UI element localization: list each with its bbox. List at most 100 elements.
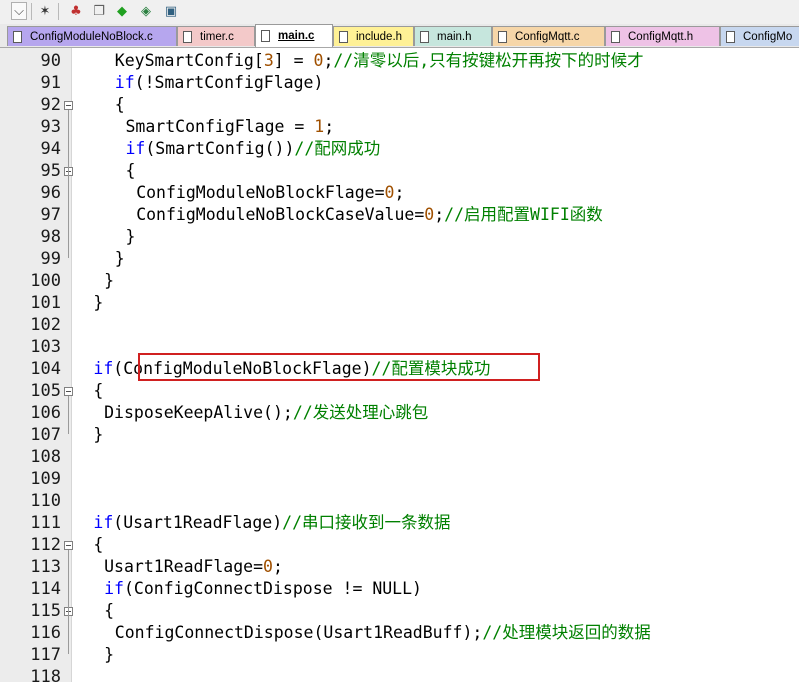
tab-configmqtt-c[interactable]: ConfigMqtt.c	[492, 26, 605, 46]
keyword-token: if	[104, 579, 124, 598]
code-token: DisposeKeepAlive();	[104, 403, 293, 422]
code-token: ;	[394, 183, 405, 202]
code-token: ] =	[273, 51, 314, 70]
file-tab-bar: ConfigModuleNoBlock.c timer.c main.c includ…	[0, 24, 799, 48]
code-token: ;	[272, 557, 283, 576]
line-number: 93	[40, 117, 61, 137]
line-number: 111	[30, 513, 61, 533]
line-number: 95	[40, 161, 61, 181]
tab-label: ConfigMqtt.h	[628, 30, 694, 43]
code-line: ConfigModuleNoBlockFlage=0;	[136, 182, 404, 204]
green-diamond-icon[interactable]: ◆	[113, 2, 131, 20]
image-icon[interactable]: ▣	[162, 2, 180, 20]
line-number: 118	[30, 667, 61, 682]
wand-icon[interactable]: ✶	[36, 2, 54, 20]
keyword-token: if	[93, 359, 114, 378]
code-token: {	[93, 381, 104, 400]
line-number: 99	[40, 249, 61, 269]
line-number: 107	[30, 425, 61, 445]
line-number: 109	[30, 469, 61, 489]
file-icon	[420, 30, 429, 43]
number-token: 3	[263, 51, 274, 70]
comment-token: //发送处理心跳包	[292, 403, 429, 422]
tab-label: main.h	[437, 30, 472, 43]
code-line: SmartConfigFlage = 1;	[126, 116, 335, 138]
file-icon	[726, 30, 735, 43]
fold-guide-line	[68, 396, 69, 434]
tab-configmo[interactable]: ConfigMo	[720, 26, 799, 46]
code-line: }	[104, 270, 114, 292]
file-icon	[611, 30, 620, 43]
line-number: 92	[40, 95, 61, 115]
toolbar: ⌵ ✶ ♣ ❐ ◆ ◈ ▣	[0, 0, 799, 25]
code-token: ConfigConnectDispose(Usart1ReadBuff);	[114, 623, 483, 642]
fold-collapse-icon[interactable]	[64, 387, 73, 396]
code-line: ConfigModuleNoBlockCaseValue=0;//启用配置WIF…	[136, 204, 603, 226]
code-token: KeySmartConfig[	[114, 51, 264, 70]
line-number: 90	[40, 51, 61, 71]
tab-configmqtt-h[interactable]: ConfigMqtt.h	[605, 26, 720, 46]
code-line: ConfigConnectDispose(Usart1ReadBuff);//处…	[115, 622, 651, 644]
code-token: Usart1ReadFlage=	[104, 557, 264, 576]
file-icon	[261, 30, 270, 42]
line-number: 94	[40, 139, 61, 159]
code-line: if(!SmartConfigFlage)	[115, 72, 324, 94]
tab-main-c[interactable]: main.c	[255, 24, 333, 47]
code-line: if(Usart1ReadFlage)//串口接收到一条数据	[93, 512, 450, 534]
comment-token: //配网成功	[294, 139, 381, 158]
comment-token: //串口接收到一条数据	[282, 513, 451, 532]
line-number: 100	[30, 271, 61, 291]
line-number-gutter: 90 91 92 93 94 95 96 97 98 99 100 101 102 103 104 105 10…	[0, 48, 64, 682]
line-number: 103	[30, 337, 61, 357]
window-stack-icon[interactable]: ❐	[90, 2, 108, 20]
code-token: }	[114, 249, 125, 268]
tab-label: main.c	[278, 30, 315, 42]
code-token: SmartConfigFlage =	[125, 117, 315, 136]
arrow-diamond-icon[interactable]: ◈	[137, 2, 155, 20]
comment-token: //清零以后,只有按键松开再按下的时候才	[333, 51, 644, 70]
code-token: }	[104, 645, 115, 664]
code-token: (ConfigConnectDispose != NULL)	[123, 579, 422, 598]
code-token: (Usart1ReadFlage)	[113, 513, 283, 532]
line-number: 115	[30, 601, 61, 621]
keyword-token: if	[93, 513, 114, 532]
fold-guide-line	[68, 616, 69, 654]
tab-configmodulenoblock-c[interactable]: ConfigModuleNoBlock.c	[7, 26, 177, 46]
line-number: 112	[30, 535, 61, 555]
tab-label: ConfigModuleNoBlock.c	[30, 30, 153, 43]
code-line: if(SmartConfig())//配网成功	[126, 138, 381, 160]
code-line: }	[115, 248, 125, 270]
file-icon	[13, 30, 22, 43]
code-token: ;	[323, 51, 334, 70]
tab-label: timer.c	[200, 30, 234, 43]
tree-icon[interactable]: ♣	[67, 2, 85, 20]
code-token: }	[93, 425, 104, 444]
code-token: ;	[324, 117, 335, 136]
code-line: {	[115, 94, 125, 116]
code-token: {	[93, 535, 104, 554]
line-number: 104	[30, 359, 61, 379]
tab-timer-c[interactable]: timer.c	[177, 26, 255, 46]
code-token: }	[93, 293, 104, 312]
code-token: (SmartConfig())	[145, 139, 295, 158]
code-line: {	[93, 534, 103, 556]
code-token: ConfigModuleNoBlockCaseValue=	[136, 205, 425, 224]
toolbar-separator	[58, 3, 59, 20]
code-line: DisposeKeepAlive();//发送处理心跳包	[104, 402, 428, 424]
keyword-token: if	[125, 139, 146, 158]
code-token: {	[104, 601, 115, 620]
code-line: if(ConfigConnectDispose != NULL)	[104, 578, 422, 600]
line-number: 113	[30, 557, 61, 577]
fold-collapse-icon[interactable]	[64, 101, 73, 110]
code-line: {	[104, 600, 114, 622]
line-number: 106	[30, 403, 61, 423]
tab-label: ConfigMo	[743, 30, 793, 43]
code-line: }	[126, 226, 136, 248]
fold-collapse-icon[interactable]	[64, 541, 73, 550]
tab-label: include.h	[356, 30, 403, 43]
tab-include-h[interactable]: include.h	[333, 26, 414, 46]
number-token: 0	[313, 51, 324, 70]
code-token: {	[114, 95, 125, 114]
tab-main-h[interactable]: main.h	[414, 26, 492, 46]
dropdown-arrow-icon[interactable]: ⌵	[11, 2, 27, 20]
